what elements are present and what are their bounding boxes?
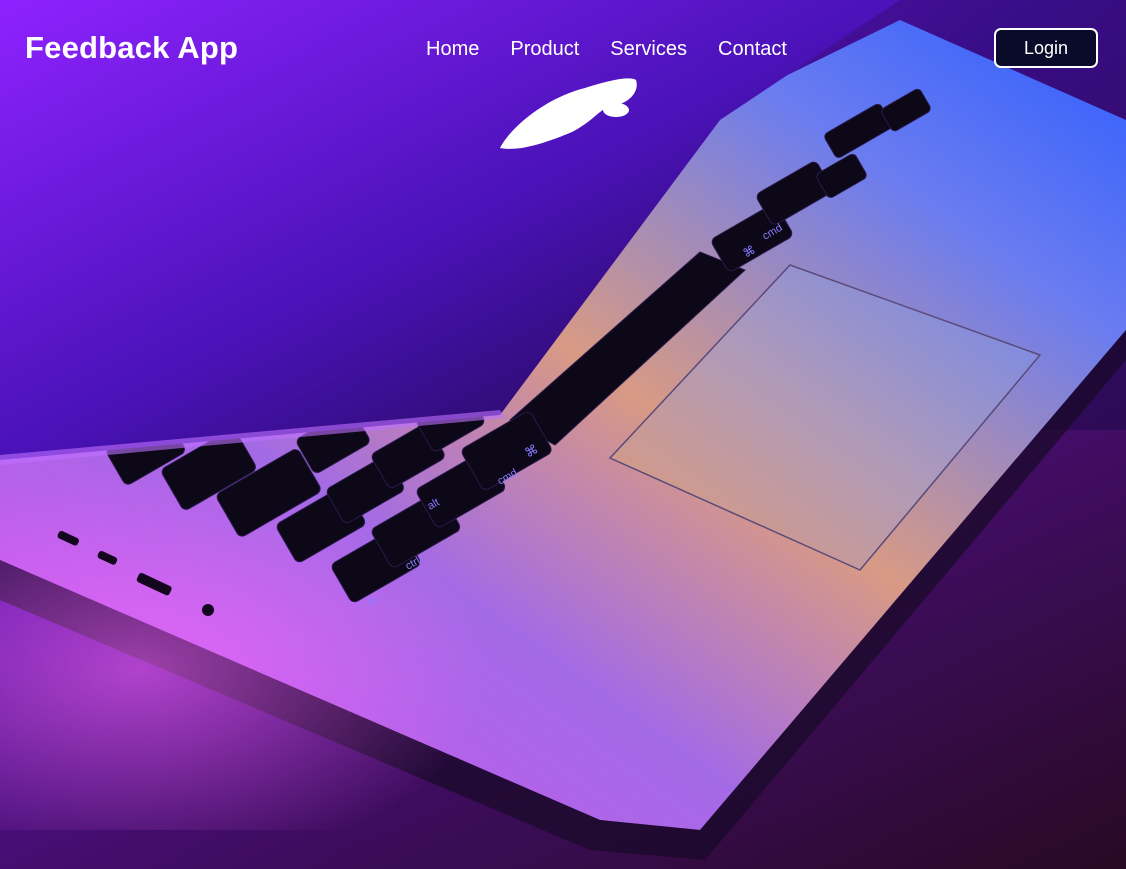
login-button[interactable]: Login [994, 28, 1098, 68]
nav-product-link[interactable]: Product [510, 38, 579, 61]
hero-background-image: cmd ctrl fn alt cmd ⌘ ⌘ [0, 0, 1126, 869]
page: cmd ctrl fn alt cmd ⌘ ⌘ Feedback App Hom… [0, 0, 1126, 869]
nav-contact-link[interactable]: Contact [718, 38, 787, 61]
top-navbar: Feedback App Home Product Services Conta… [0, 0, 1126, 100]
brand-logo[interactable]: Feedback App [25, 30, 238, 66]
nav-home-link[interactable]: Home [426, 38, 479, 61]
nav-links: Home Product Services Contact [426, 38, 787, 61]
nav-services-link[interactable]: Services [610, 38, 687, 61]
